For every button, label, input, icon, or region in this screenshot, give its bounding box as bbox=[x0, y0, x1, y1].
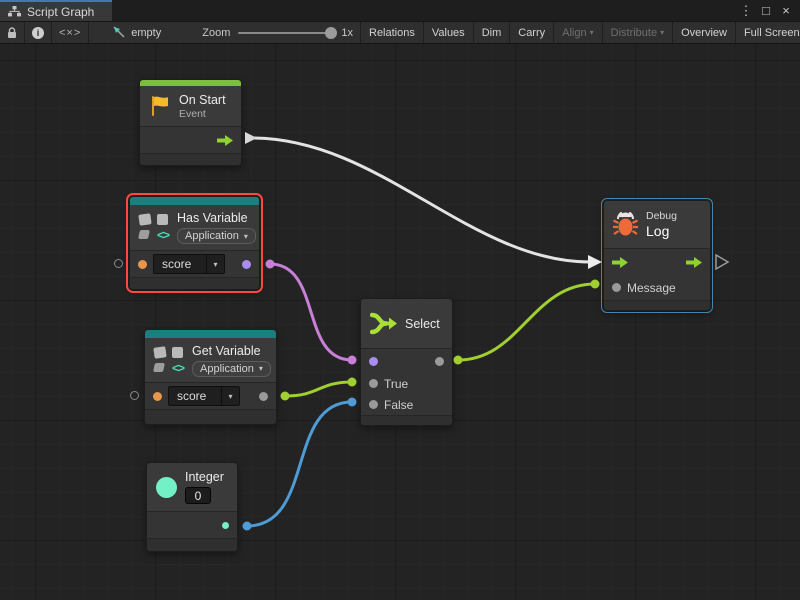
node-integer[interactable]: Integer 0 bbox=[146, 462, 238, 552]
node-title: Log bbox=[646, 223, 677, 239]
window-menu-icon[interactable]: ⋮ bbox=[738, 1, 754, 21]
flag-icon bbox=[149, 95, 171, 117]
integer-value-input[interactable]: 0 bbox=[185, 487, 211, 504]
chevron-down-icon: ▾ bbox=[590, 28, 594, 37]
false-input-port[interactable] bbox=[369, 400, 378, 409]
node-subtitle: Event bbox=[179, 108, 226, 120]
wire-flow-onstart-to-log[interactable] bbox=[252, 138, 590, 262]
unconnected-flow-triangle[interactable] bbox=[716, 255, 728, 269]
lock-icon bbox=[7, 27, 17, 39]
true-input-port[interactable] bbox=[369, 379, 378, 388]
variable-name-input-port[interactable] bbox=[138, 260, 147, 269]
port-label: Message bbox=[627, 281, 676, 295]
maximize-icon[interactable]: □ bbox=[758, 1, 774, 21]
chevron-down-icon: ▾ bbox=[259, 364, 263, 373]
unconnected-port-ring[interactable] bbox=[130, 391, 139, 400]
message-input-port[interactable] bbox=[612, 283, 621, 292]
lock-button[interactable] bbox=[0, 22, 25, 43]
wire-select-to-log-message[interactable] bbox=[458, 284, 595, 360]
node-get-variable[interactable]: <> Get Variable Application ▾ score ▾ bbox=[144, 329, 277, 425]
inspect-button[interactable]: i bbox=[25, 22, 52, 43]
selection-output-port[interactable] bbox=[435, 357, 444, 366]
info-icon: i bbox=[32, 27, 44, 39]
chevron-down-icon: ▾ bbox=[660, 28, 664, 37]
node-debug-log[interactable]: Debug Log Message bbox=[603, 200, 711, 311]
flow-input-port[interactable] bbox=[612, 257, 628, 268]
selection-label: empty bbox=[131, 27, 161, 39]
zoom-label: Zoom bbox=[202, 27, 230, 39]
tab-bar: Script Graph ⋮ □ × bbox=[0, 0, 800, 22]
wire-getvariable-to-select-true[interactable] bbox=[285, 382, 352, 396]
wire-end-arrow bbox=[588, 255, 602, 269]
zoom-slider-handle[interactable] bbox=[325, 27, 337, 39]
node-title: Has Variable bbox=[177, 211, 256, 225]
wire-start-arrow bbox=[245, 132, 257, 144]
zoom-slider[interactable] bbox=[238, 32, 333, 34]
unconnected-port-ring[interactable] bbox=[114, 259, 123, 268]
full-screen-button[interactable]: Full Screen bbox=[736, 22, 800, 43]
result-output-port[interactable] bbox=[242, 260, 251, 269]
overview-button[interactable]: Overview bbox=[673, 22, 736, 43]
node-title: Integer bbox=[185, 470, 224, 484]
node-title: Select bbox=[405, 317, 440, 331]
variables-icon: <> bbox=[154, 347, 184, 374]
node-title: On Start bbox=[179, 93, 226, 107]
variable-name-dropdown[interactable]: score ▾ bbox=[168, 386, 240, 406]
script-graph-window: Script Graph ⋮ □ × i <×> empty bbox=[0, 0, 800, 600]
variable-color-strip bbox=[130, 197, 259, 205]
distribute-button[interactable]: Distribute ▾ bbox=[603, 22, 673, 43]
code-preview-button[interactable]: <×> bbox=[52, 22, 89, 43]
node-select[interactable]: Select True False bbox=[360, 298, 453, 426]
selection-status: empty bbox=[89, 22, 168, 43]
variable-name-input-port[interactable] bbox=[153, 392, 162, 401]
dim-button[interactable]: Dim bbox=[474, 22, 511, 43]
graph-canvas[interactable]: On Start Event <> bbox=[0, 44, 800, 600]
flow-output-port[interactable] bbox=[686, 257, 702, 268]
condition-input-port[interactable] bbox=[369, 357, 378, 366]
window-controls: ⋮ □ × bbox=[738, 0, 800, 21]
node-has-variable[interactable]: <> Has Variable Application ▾ score ▾ bbox=[129, 196, 260, 290]
variable-scope-dropdown[interactable]: Application ▾ bbox=[177, 228, 256, 244]
variables-icon: <> bbox=[139, 214, 169, 241]
node-on-start[interactable]: On Start Event bbox=[139, 79, 242, 166]
integer-output-port[interactable] bbox=[222, 522, 229, 529]
graph-toolbar: i <×> empty Zoom 1x Relations Values Dim… bbox=[0, 22, 800, 44]
select-icon bbox=[370, 312, 397, 335]
zoom-value: 1x bbox=[341, 27, 353, 39]
port-label: False bbox=[384, 398, 413, 412]
carry-button[interactable]: Carry bbox=[510, 22, 554, 43]
wire-hasvariable-to-select[interactable] bbox=[270, 264, 352, 360]
node-category: Debug bbox=[646, 210, 677, 222]
tab-script-graph[interactable]: Script Graph bbox=[0, 0, 112, 21]
variable-color-strip bbox=[145, 330, 276, 338]
bug-icon bbox=[613, 212, 638, 238]
variable-name-dropdown[interactable]: score ▾ bbox=[153, 254, 225, 274]
chevron-down-icon: ▾ bbox=[207, 260, 224, 269]
values-button[interactable]: Values bbox=[424, 22, 474, 43]
graph-icon bbox=[8, 6, 21, 17]
code-icon: <×> bbox=[59, 27, 81, 39]
port-label: True bbox=[384, 377, 408, 391]
relations-button[interactable]: Relations bbox=[361, 22, 424, 43]
selection-cursor-icon bbox=[113, 26, 126, 39]
flow-output-port[interactable] bbox=[217, 135, 233, 146]
chevron-down-icon: ▾ bbox=[244, 232, 248, 241]
chevron-down-icon: ▾ bbox=[222, 392, 239, 401]
node-title: Get Variable bbox=[192, 344, 271, 358]
zoom-control: Zoom 1x bbox=[168, 22, 360, 43]
variable-scope-dropdown[interactable]: Application ▾ bbox=[192, 361, 271, 377]
align-button[interactable]: Align ▾ bbox=[554, 22, 602, 43]
value-output-port[interactable] bbox=[259, 392, 268, 401]
close-icon[interactable]: × bbox=[778, 1, 794, 21]
tab-title: Script Graph bbox=[27, 5, 94, 19]
integer-icon bbox=[156, 477, 177, 498]
